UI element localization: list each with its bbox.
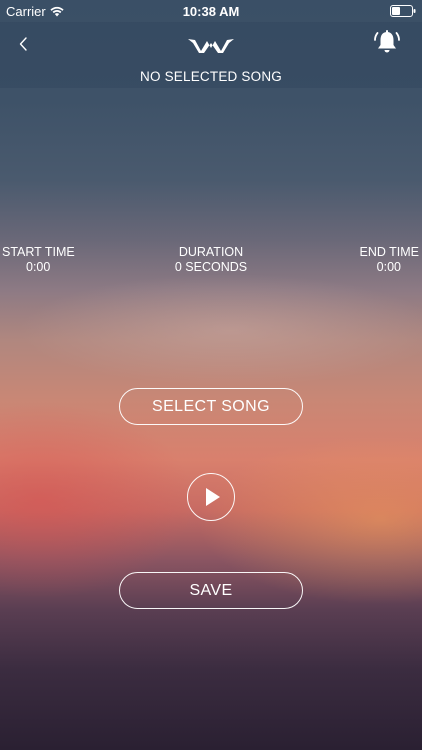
save-button[interactable]: SAVE (119, 572, 303, 609)
status-time: 10:38 AM (182, 4, 240, 19)
end-time-value: 0:00 (376, 260, 401, 274)
page-title: NO SELECTED SONG (140, 69, 282, 84)
alarm-button[interactable] (373, 28, 401, 56)
nav-bar: NO SELECTED SONG (0, 22, 422, 88)
end-time-label: END TIME (359, 245, 420, 259)
play-icon (206, 488, 220, 506)
end-time-block: END TIME 0:00 (360, 245, 420, 275)
battery-icon (390, 5, 416, 20)
chevron-left-icon (19, 37, 27, 51)
select-song-button[interactable]: SELECT SONG (119, 388, 303, 425)
play-button[interactable] (187, 473, 235, 521)
bell-icon (374, 30, 400, 53)
back-button[interactable] (14, 34, 34, 54)
wave-logo-icon (188, 39, 234, 53)
status-bar: Carrier 10:38 AM (0, 0, 422, 22)
app-logo (188, 34, 234, 54)
